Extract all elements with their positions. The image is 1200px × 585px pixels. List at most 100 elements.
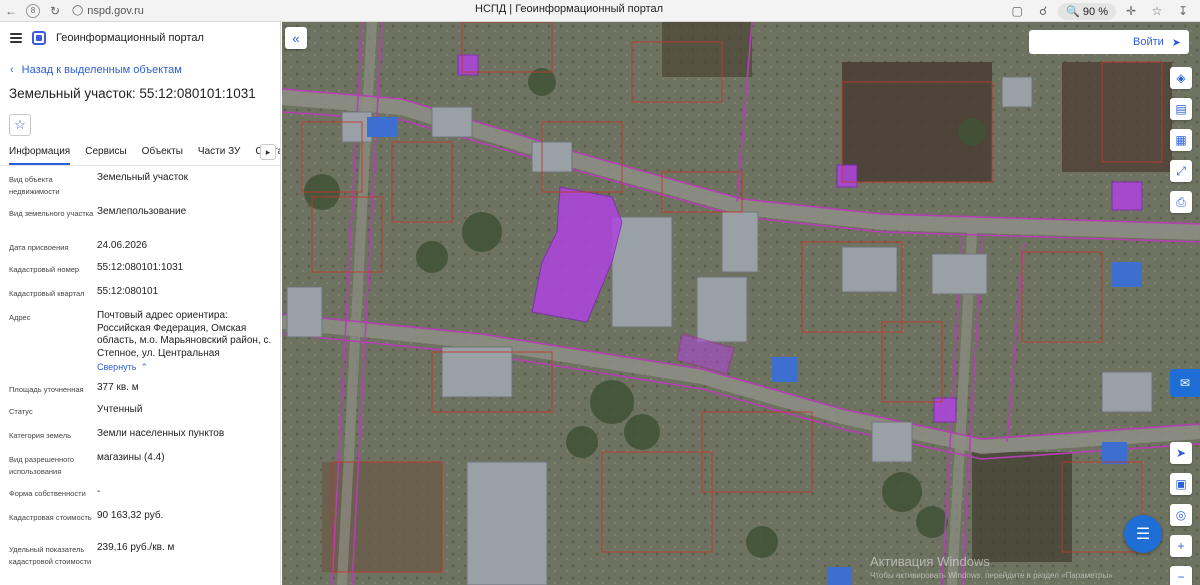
menu-icon[interactable] (10, 33, 22, 43)
map-view[interactable]: « Войти ➤ ◈ ▤ ▦ ⤢ ⎙ ✉ ➤ ▣ ◎ + − ☰ Актива… (282, 22, 1200, 585)
watermark-title: Активация Windows (870, 554, 990, 569)
property-label: Адрес (9, 313, 31, 322)
property-row: Дата присвоения 24.06.2026 (0, 240, 280, 262)
login-label: Войти (1132, 36, 1164, 48)
basemap-icon: ▣ (1175, 477, 1187, 491)
property-row: Удельный показатель кадастровой стоимост… (0, 542, 280, 582)
info-panel: Геоинформационный портал ‹ Назад к выдел… (0, 22, 281, 585)
zoom-indicator[interactable]: 🔍 90 % (1058, 2, 1116, 20)
back-icon[interactable]: ← (0, 0, 22, 22)
tab-info[interactable]: Информация (9, 144, 71, 165)
favorites-icon[interactable]: ☆ (1146, 0, 1168, 22)
qr-code-icon: ▦ (1175, 133, 1187, 147)
satellite-imagery (282, 22, 1200, 585)
collapse-panel-button[interactable]: « (285, 27, 307, 49)
chevron-up-icon: ⌃ (140, 362, 149, 372)
property-label: Форма собственности (9, 489, 86, 498)
zoom-in-button[interactable]: + (1170, 535, 1192, 557)
double-chevron-left-icon: « (292, 30, 300, 46)
property-label: Кадастровый номер (9, 265, 80, 274)
reader-icon[interactable]: ▢ (1006, 0, 1028, 22)
portal-title: Геоинформационный портал (56, 32, 204, 44)
property-value: 55:12:080101 (97, 286, 159, 297)
chevron-left-icon: ‹ (10, 64, 14, 76)
address-value: Почтовый адрес ориентира: Российская Фед… (97, 310, 272, 359)
print-button[interactable]: ⎙ (1170, 191, 1192, 213)
favorite-star-button[interactable]: ☆ (9, 114, 31, 136)
watermark-subtitle: Чтобы активировать Windows, перейдите в … (870, 571, 1115, 580)
property-row: Вид разрешенного использования магазины … (0, 452, 280, 486)
bookmark-icon[interactable]: ☌ (1032, 0, 1054, 22)
tab-objects[interactable]: Объекты (142, 144, 183, 163)
property-value: Земли населенных пунктов (97, 428, 225, 439)
extension-icon[interactable]: 8 (26, 3, 40, 18)
collapse-address-button[interactable]: Свернуть ⌃ (97, 361, 148, 374)
ruler-button[interactable]: ▤ (1170, 98, 1192, 120)
browser-toolbar: ← 8 ↻ ◯ nspd.gov.ru НСПД | Геоинформацио… (0, 0, 1200, 22)
basemap-button[interactable]: ▣ (1170, 473, 1192, 495)
property-value: 24.06.2026 (97, 240, 148, 251)
widget-tab[interactable]: ✉ (1170, 369, 1200, 397)
property-value: Землепользование (97, 206, 187, 217)
support-chat-button[interactable]: ☰ (1124, 515, 1162, 553)
qr-code-button[interactable]: ▦ (1170, 129, 1192, 151)
property-label: Кадастровый квартал (9, 289, 85, 298)
tab-parts[interactable]: Части ЗУ (198, 144, 240, 163)
property-label: Площадь уточненная (9, 385, 84, 394)
tab-title: НСПД | Геоинформационный портал (475, 3, 664, 15)
locate-button[interactable]: ➤ (1170, 442, 1192, 464)
property-label: Статус (9, 407, 33, 416)
collapse-label: Свернуть (97, 362, 137, 372)
property-row: Кадастровый номер 55:12:080101:1031 (0, 262, 280, 286)
zoom-level: 90 % (1082, 5, 1108, 18)
navigation-arrow-icon: ➤ (1175, 446, 1187, 460)
map-toolbar: ◈ ▤ ▦ ⤢ ⎙ (1170, 67, 1192, 222)
panel-header: Геоинформационный портал (0, 22, 280, 54)
property-label: Вид разрешенного использования (9, 455, 75, 476)
download-icon[interactable]: ↧ (1172, 0, 1194, 22)
ruler-icon: ▤ (1175, 102, 1187, 116)
chat-bubble-icon: ✉ (1179, 376, 1191, 390)
property-label: Категория земель (9, 431, 72, 440)
share-icon: ⤢ (1176, 163, 1186, 178)
info-tabs: Информация Сервисы Объекты Части ЗУ Сост… (0, 144, 280, 166)
property-label: Дата присвоения (9, 243, 69, 252)
property-label: Вид объекта недвижимости (9, 175, 60, 196)
geolocation-button[interactable]: ◎ (1170, 504, 1192, 526)
property-value: Земельный участок (97, 172, 189, 183)
print-icon: ⎙ (1176, 194, 1186, 209)
tab-services[interactable]: Сервисы (85, 144, 126, 163)
property-row: Вид земельного участка Землепользование (0, 206, 280, 240)
login-button[interactable]: Войти ➤ (1029, 30, 1189, 54)
map-nav-toolbar: ➤ ▣ ◎ + − (1170, 442, 1192, 585)
layers-icon: ◈ (1176, 71, 1186, 85)
back-link-label: Назад к выделенным объектам (21, 64, 182, 76)
minus-icon: − (1177, 570, 1185, 584)
property-label: Удельный показатель кадастровой стоимост… (9, 545, 92, 566)
property-row: Площадь уточненная 377 кв. м (0, 382, 280, 404)
property-label: Кадастровая стоимость (9, 513, 92, 522)
share-button[interactable]: ⤢ (1170, 160, 1192, 182)
chat-icon: ☰ (1135, 526, 1151, 543)
property-label: Вид земельного участка (9, 209, 94, 218)
property-row: Статус Учтенный (0, 404, 280, 428)
shield-icon: ◯ (72, 5, 84, 16)
property-row: Кадастровый квартал 55:12:080101 (0, 286, 280, 310)
property-value: 90 163,32 руб. (97, 510, 164, 521)
property-row: Форма собственности - (0, 486, 280, 510)
windows-activation-watermark: Активация Windows Чтобы активировать Win… (870, 554, 1115, 580)
address-bar[interactable]: ◯ nspd.gov.ru (72, 5, 144, 17)
property-row: Адрес Почтовый адрес ориентира: Российск… (0, 310, 280, 382)
layers-button[interactable]: ◈ (1170, 67, 1192, 89)
reload-icon[interactable]: ↻ (44, 0, 66, 22)
property-list: Вид объекта недвижимости Земельный участ… (0, 172, 280, 582)
portal-logo (32, 31, 46, 45)
property-value: Учтенный (97, 404, 143, 415)
tabs-scroll-right-icon[interactable]: ▸ (260, 144, 276, 160)
login-icon: ➤ (1171, 36, 1181, 49)
extension-puzzle-icon[interactable]: ✛ (1120, 0, 1142, 22)
back-to-selected-link[interactable]: ‹ Назад к выделенным объектам (10, 62, 280, 78)
zoom-out-button[interactable]: − (1170, 566, 1192, 585)
star-icon: ☆ (14, 117, 26, 132)
url-text: nspd.gov.ru (87, 4, 144, 17)
